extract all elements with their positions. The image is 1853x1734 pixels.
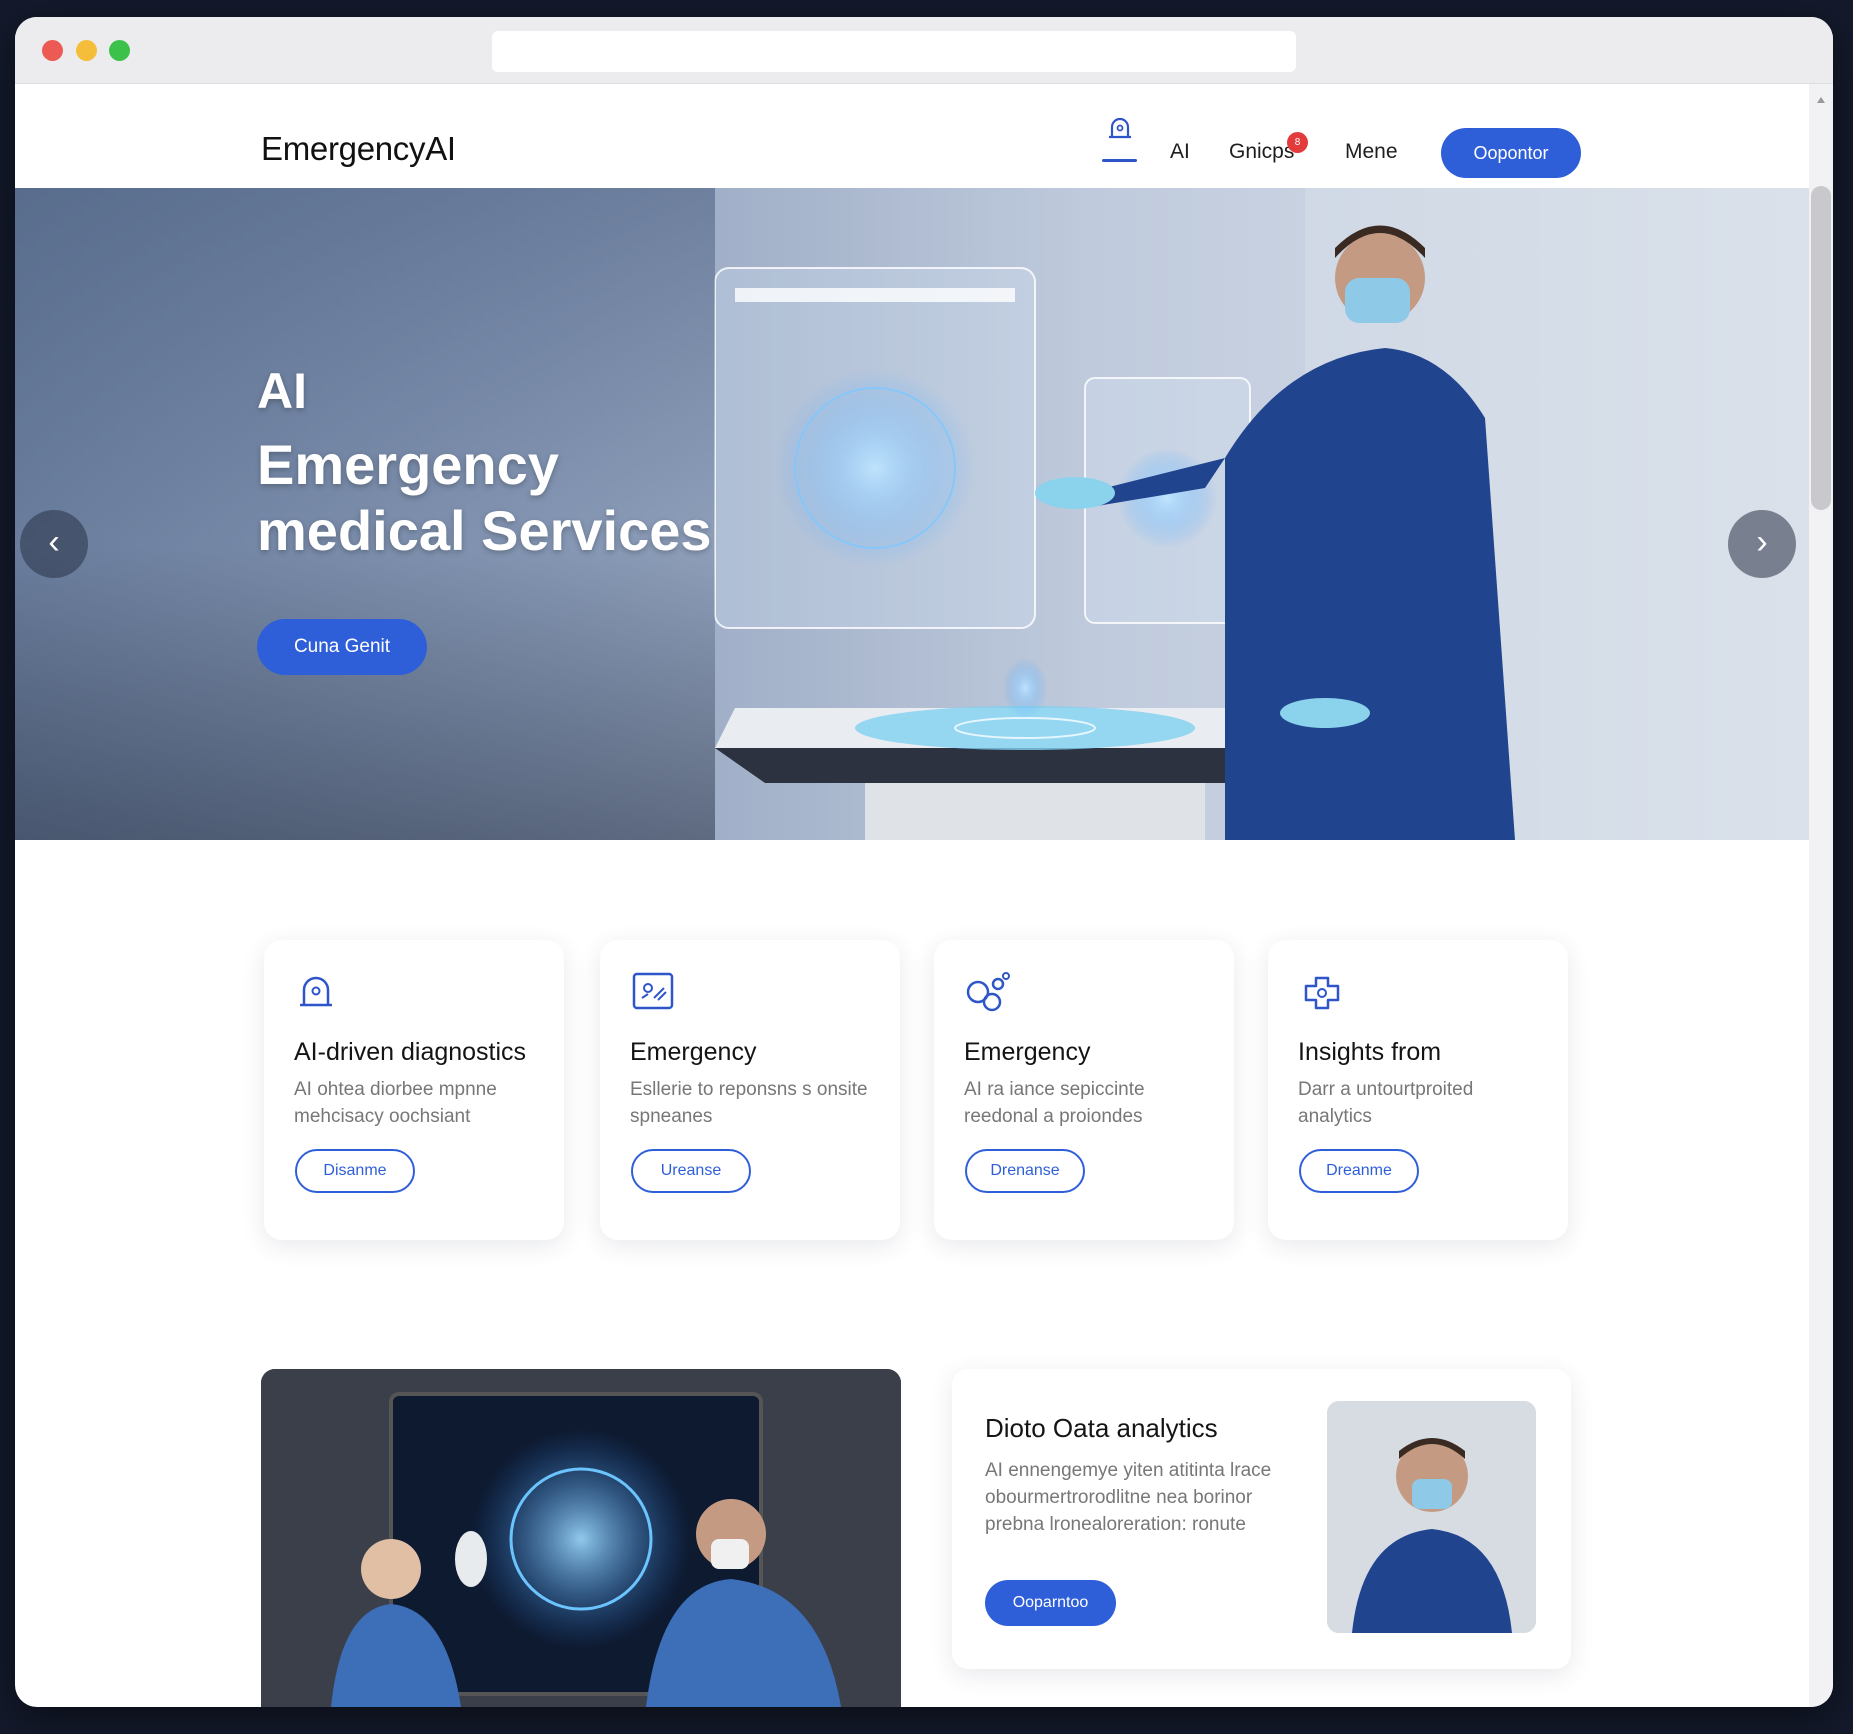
hero-banner: AI Emergency medical Services Cuna Genit… — [15, 188, 1809, 840]
feature-card: Emergency AI ra iance sepiccinte reedona… — [934, 940, 1234, 1240]
scroll-up-arrow-icon[interactable] — [1817, 97, 1825, 103]
feature-description: AI ra iance sepiccinte reedonal a proion… — [964, 1079, 1145, 1127]
molecules-icon — [966, 972, 1010, 1012]
hero-title: AI Emergency medical Services — [257, 358, 777, 564]
header-cta-button[interactable]: Oopontor — [1441, 128, 1581, 178]
feature-description: AI ohtea diorbee mpnne mehcisacy oochsia… — [294, 1079, 497, 1127]
feature-description: Darr a untourtproited analytics — [1298, 1079, 1474, 1127]
carousel-next-button[interactable]: › — [1728, 510, 1796, 578]
feature-description: Esllerie to reponsns s onsite spneanes — [630, 1079, 868, 1127]
analytics-description: AI ennengemye yiten atitinta lrace obour… — [985, 1460, 1272, 1535]
feature-card: Insights from Darr a untourtproited anal… — [1268, 940, 1568, 1240]
site-header: EmergencyAI AI Gnicps 8 Mene Oopontor — [15, 84, 1809, 188]
chevron-left-icon: ‹ — [48, 523, 60, 561]
feature-title: Emergency — [964, 1038, 1091, 1066]
medical-cross-icon — [1304, 976, 1340, 1010]
nav-link-menu[interactable]: Mene — [1345, 140, 1398, 164]
feature-card: Emergency Esllerie to reponsns s onsite … — [600, 940, 900, 1240]
notification-badge: 8 — [1287, 132, 1308, 153]
nav-home-tab[interactable] — [1102, 114, 1138, 162]
diagnostic-screen-icon — [632, 972, 674, 1010]
nav-link-groups[interactable]: Gnicps — [1229, 140, 1294, 164]
ambulance-light-icon — [1109, 117, 1131, 139]
features-section: AI-driven diagnostics AI ohtea diorbee m… — [15, 840, 1809, 1340]
feature-card: AI-driven diagnostics AI ohtea diorbee m… — [264, 940, 564, 1240]
feature-button[interactable]: Ureanse — [631, 1149, 751, 1193]
analytics-title: Dioto Oata analytics — [985, 1413, 1218, 1443]
feature-button[interactable]: Drenanse — [965, 1149, 1085, 1193]
vertical-scrollbar[interactable] — [1809, 84, 1833, 1707]
hero-cta-button[interactable]: Cuna Genit — [257, 619, 427, 675]
active-nav-indicator — [1102, 159, 1137, 162]
chevron-right-icon: › — [1756, 523, 1768, 561]
minimize-window-button[interactable] — [76, 40, 97, 61]
browser-window: EmergencyAI AI Gnicps 8 Mene Oopontor AI… — [15, 17, 1833, 1707]
analytics-section: Dioto Oata analytics AI ennengemye yiten… — [15, 1340, 1809, 1707]
carousel-prev-button[interactable]: ‹ — [20, 510, 88, 578]
address-bar[interactable] — [492, 31, 1296, 72]
site-logo[interactable]: EmergencyAI — [261, 130, 456, 168]
hero-title-line-1: AI — [257, 363, 307, 419]
hero-illustration — [714, 188, 1809, 840]
feature-title: Insights from — [1298, 1038, 1442, 1066]
hero-title-line-2: Emergency medical Services — [257, 433, 712, 562]
analytics-card: Dioto Oata analytics AI ennengemye yiten… — [952, 1369, 1571, 1669]
nav-link-ai[interactable]: AI — [1170, 140, 1190, 164]
feature-title: AI-driven diagnostics — [294, 1038, 527, 1066]
scrollbar-thumb[interactable] — [1811, 186, 1831, 510]
doctor-portrait — [1327, 1401, 1536, 1633]
team-screen-image — [261, 1369, 901, 1707]
ambulance-light-icon — [300, 976, 332, 1007]
feature-title: Emergency — [630, 1038, 757, 1066]
analytics-cta-button[interactable]: Ooparntoo — [985, 1580, 1116, 1626]
maximize-window-button[interactable] — [109, 40, 130, 61]
close-window-button[interactable] — [42, 40, 63, 61]
team-screen-illustration — [261, 1369, 901, 1707]
feature-button[interactable]: Disanme — [295, 1149, 415, 1193]
browser-chrome — [15, 17, 1833, 84]
feature-button[interactable]: Dreanme — [1299, 1149, 1419, 1193]
doctor-portrait-illustration — [1327, 1401, 1536, 1633]
